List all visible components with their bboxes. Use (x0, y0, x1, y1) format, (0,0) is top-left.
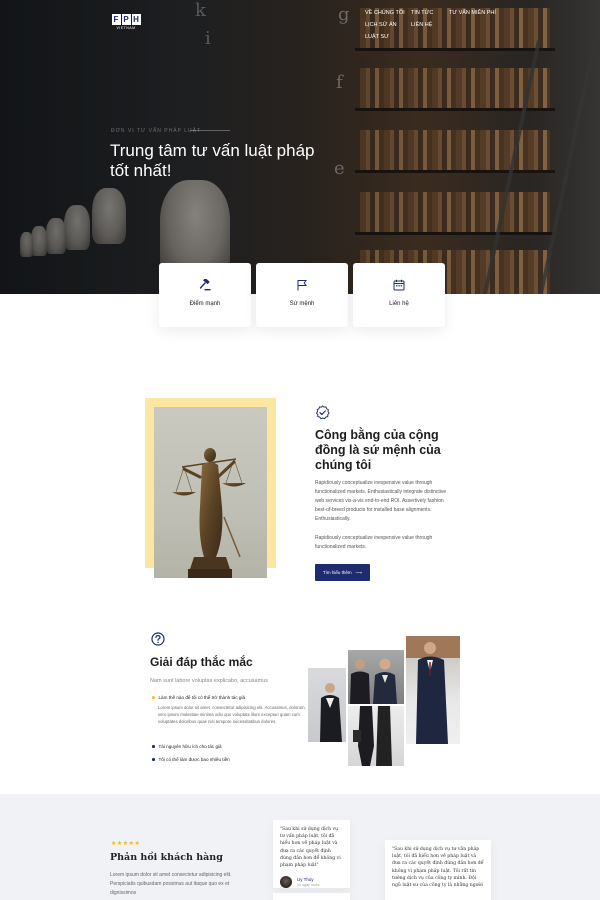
faq-question[interactable]: Làm thế nào để tôi có thể trở thành tác … (152, 695, 245, 700)
faq-question-text: Tài nguyên hữu ích cho tác giả (158, 744, 222, 749)
faq-bullet-active (152, 696, 155, 699)
feature-label: Liên hệ (389, 301, 409, 307)
faq-title: Giải đáp thắc mắc (150, 655, 253, 669)
photo-tile (348, 706, 404, 766)
testimonial-card-partial (273, 893, 350, 900)
nav-item-news[interactable]: TIN TỨC (411, 10, 433, 16)
gavel-icon (199, 279, 211, 291)
calendar-icon (393, 279, 405, 291)
business-photo-collage (308, 636, 460, 766)
hero-title: Trung tâm tư vấn luật pháp tốt nhất! (110, 141, 315, 180)
nav-item-contact[interactable]: LIÊN HỆ (411, 22, 433, 28)
nav-item-lawyers[interactable]: LUẬT SƯ (365, 34, 405, 40)
site-logo[interactable]: F P H VIETNAM (111, 14, 141, 32)
feature-cards: Điểm mạnh Sứ mệnh Liên hệ (159, 263, 445, 327)
avatar (280, 876, 292, 889)
main-nav-col1: VỀ CHÚNG TÔI LỊCH SỬ ÁN LUẬT SƯ (365, 10, 405, 46)
verified-badge-icon (315, 405, 330, 420)
mission-paragraph: Rapidiously conceptualize inexpensive va… (315, 535, 433, 550)
feature-label: Sứ mệnh (289, 301, 315, 307)
photo-tile (406, 636, 460, 744)
testimonials-title: Phản hồi khách hàng (110, 852, 223, 863)
photo-tile (348, 650, 404, 704)
faq-bullet (152, 745, 155, 748)
hero-kicker: ĐƠN VỊ TƯ VẤN PHÁP LUẬT (111, 128, 201, 134)
main-nav-col3: TƯ VẤN MIỄN PHÍ (449, 10, 496, 22)
nav-item-cases[interactable]: LỊCH SỬ ÁN (365, 22, 405, 28)
logo-letter: H (131, 14, 141, 25)
arrow-right-icon: ⟶ (355, 569, 363, 575)
testimonial-quote: "Sau khi sử dụng dịch vụ tư vấn pháp luậ… (392, 847, 484, 889)
learn-more-button[interactable]: Tìm hiểu thêm ⟶ (315, 564, 370, 581)
author-time: 10 ngày trước (297, 883, 320, 888)
feature-label: Điểm mạnh (189, 301, 221, 307)
author-name: Uy Thủy (297, 877, 314, 883)
faq-question-text: Làm thế nào để tôi có thể trở thành tác … (158, 695, 246, 700)
faq-bullet (152, 758, 155, 761)
testimonials-paragraph: Lorem ipsum dolor sit amet consectetur a… (110, 872, 232, 896)
feature-card-mission[interactable]: Sứ mệnh (256, 263, 348, 327)
faq-question[interactable]: Tôi có thể làm được bao nhiêu tiền (152, 757, 230, 762)
flag-icon (297, 280, 307, 291)
logo-subtitle: VIETNAM (116, 26, 136, 30)
testimonial-author: Uy Thủy 10 ngày trước (280, 876, 343, 889)
rating-stars-icon: ★★★★★ (111, 841, 141, 847)
faq-question-text: Tôi có thể làm được bao nhiêu tiền (158, 757, 230, 762)
lady-justice-image (154, 407, 267, 578)
kicker-divider (190, 130, 230, 131)
photo-tile (308, 668, 346, 742)
feature-card-contact[interactable]: Liên hệ (353, 263, 445, 327)
nav-item-about[interactable]: VỀ CHÚNG TÔI (365, 10, 405, 16)
main-nav-col2: TIN TỨC LIÊN HỆ (411, 10, 433, 34)
logo-letter: F (111, 14, 121, 25)
logo-letter: P (121, 14, 131, 25)
learn-more-label: Tìm hiểu thêm (322, 570, 352, 575)
mission-paragraph: Rapidiously conceptualize inexpensive va… (315, 480, 447, 522)
faq-question[interactable]: Tài nguyên hữu ích cho tác giả (152, 744, 222, 749)
hero-banner: k i g f e F P H VIETNAM VỀ CHÚNG TÔI LỊC… (0, 0, 600, 294)
testimonial-quote: "Sau khi sử dụng dịch vụ tư vấn pháp luậ… (280, 827, 341, 869)
feature-card-strength[interactable]: Điểm mạnh (159, 263, 251, 327)
mission-title: Công bằng của cộng đồng là sứ mệnh của c… (315, 428, 441, 472)
testimonial-card: "Sau khi sử dụng dịch vụ tư vấn pháp luậ… (385, 840, 491, 900)
faq-subtitle: Nam sunt labore voluptas explicabo, accu… (150, 678, 269, 684)
lady-justice-statue (172, 448, 246, 578)
question-icon (151, 632, 165, 646)
nav-item-free-consult[interactable]: TƯ VẤN MIỄN PHÍ (449, 10, 496, 16)
testimonial-card: "Sau khi sử dụng dịch vụ tư vấn pháp luậ… (273, 820, 350, 889)
faq-answer: Lorem ipsum dolor sit amet, consectetur … (158, 705, 306, 724)
